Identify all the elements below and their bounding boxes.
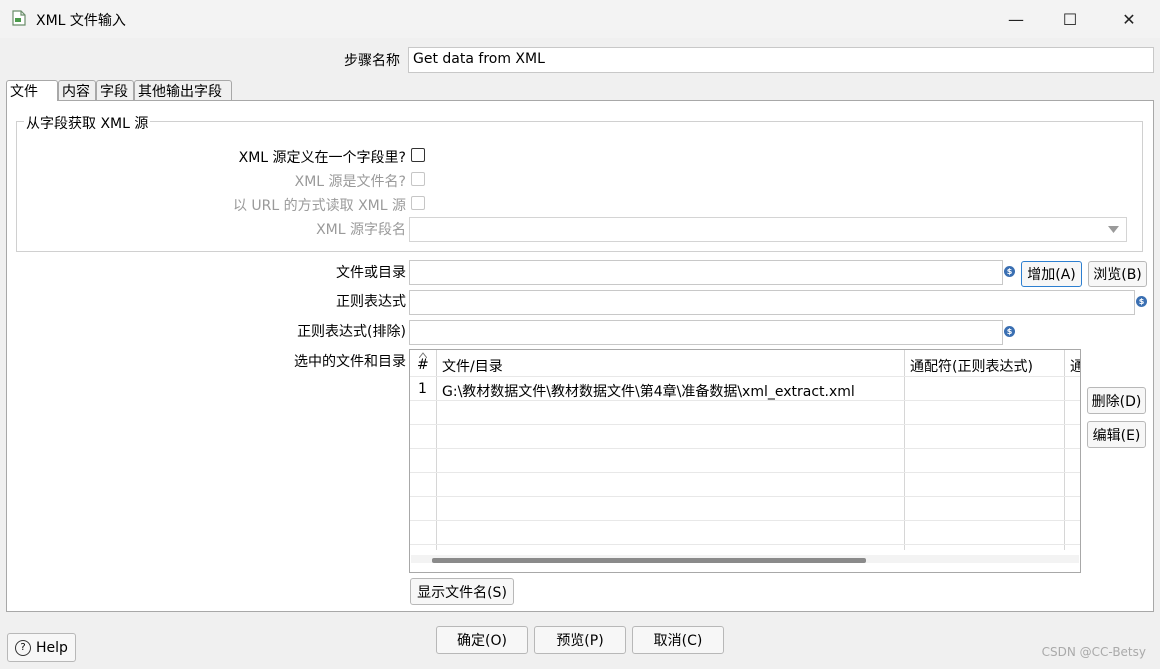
tab-fields[interactable]: 字段: [96, 80, 134, 100]
file-or-dir-input[interactable]: [409, 260, 1003, 285]
title-bar: XML 文件输入 — ☐ ✕: [0, 0, 1160, 38]
delete-button[interactable]: 删除(D): [1087, 387, 1146, 414]
column-header-more[interactable]: 通: [1070, 356, 1080, 376]
horizontal-scrollbar-thumb[interactable]: [432, 558, 866, 563]
row-divider: [410, 496, 1080, 497]
step-name-label: 步骤名称: [344, 53, 400, 69]
watermark: CSDN @CC-Betsy: [1041, 645, 1146, 659]
ok-button[interactable]: 确定(O): [436, 626, 528, 654]
column-header-wildcard[interactable]: 通配符(正则表达式): [910, 356, 1033, 376]
row-file-path[interactable]: G:\教材数据文件\教材数据文件\第4章\准备数据\xml_extract.xm…: [442, 381, 855, 401]
tab-other-output-fields[interactable]: 其他输出字段: [134, 80, 232, 100]
xml-defined-in-field-label: XML 源定义在一个字段里?: [238, 150, 406, 166]
variable-icon[interactable]: $: [1004, 326, 1015, 337]
step-name-value: Get data from XML: [413, 51, 545, 67]
regex-exclude-label: 正则表达式(排除): [297, 324, 406, 340]
add-button[interactable]: 增加(A): [1021, 261, 1082, 287]
regex-value: [410, 291, 1134, 294]
xml-is-filename-label: XML 源是文件名?: [294, 174, 406, 190]
variable-icon[interactable]: $: [1136, 296, 1147, 307]
minimize-button[interactable]: —: [993, 0, 1039, 38]
chevron-down-icon: [1108, 226, 1119, 233]
row-divider: [410, 472, 1080, 473]
row-number: 1: [418, 381, 427, 397]
help-button[interactable]: ? Help: [7, 633, 76, 662]
selected-files-table[interactable]: # 文件/目录 通配符(正则表达式) 通 1 G:\教材数据文件\教材数据文件\…: [409, 349, 1081, 573]
close-button[interactable]: ✕: [1106, 0, 1152, 38]
regex-input[interactable]: [409, 290, 1135, 315]
row-divider: [410, 424, 1080, 425]
step-name-input[interactable]: Get data from XML: [408, 47, 1154, 73]
edit-button[interactable]: 编辑(E): [1087, 421, 1146, 448]
read-as-url-label: 以 URL 的方式读取 XML 源: [232, 198, 406, 214]
tab-content[interactable]: 内容: [58, 80, 96, 100]
xml-field-name-label: XML 源字段名: [316, 222, 406, 238]
xml-field-name-select[interactable]: [409, 217, 1127, 242]
row-divider: [410, 520, 1080, 521]
help-icon: ?: [15, 639, 32, 656]
row-divider: [410, 376, 1080, 377]
xml-field-name-value: [410, 218, 1126, 221]
window-title: XML 文件输入: [36, 13, 126, 29]
file-icon: [12, 10, 26, 26]
xml-is-filename-checkbox[interactable]: [411, 172, 425, 186]
file-or-dir-label: 文件或目录: [336, 265, 406, 281]
preview-button[interactable]: 预览(P): [534, 626, 626, 654]
read-as-url-checkbox[interactable]: [411, 196, 425, 210]
browse-button[interactable]: 浏览(B): [1088, 261, 1147, 287]
regex-exclude-input[interactable]: [409, 320, 1003, 345]
xml-defined-in-field-checkbox[interactable]: [411, 148, 425, 162]
show-filenames-button[interactable]: 显示文件名(S): [410, 578, 514, 605]
file-or-dir-value: [410, 261, 1002, 264]
column-header-file[interactable]: 文件/目录: [442, 356, 503, 376]
column-header-num[interactable]: #: [417, 357, 429, 373]
maximize-button[interactable]: ☐: [1047, 0, 1093, 38]
selected-files-label: 选中的文件和目录: [294, 354, 406, 370]
regex-label: 正则表达式: [336, 294, 406, 310]
help-label: Help: [36, 639, 68, 656]
regex-exclude-value: [410, 321, 1002, 324]
cancel-button[interactable]: 取消(C): [632, 626, 724, 654]
xml-source-group-title: 从字段获取 XML 源: [24, 113, 151, 133]
row-divider: [410, 544, 1080, 545]
variable-icon[interactable]: $: [1004, 266, 1015, 277]
tab-file[interactable]: 文件: [6, 80, 58, 101]
row-divider: [410, 448, 1080, 449]
